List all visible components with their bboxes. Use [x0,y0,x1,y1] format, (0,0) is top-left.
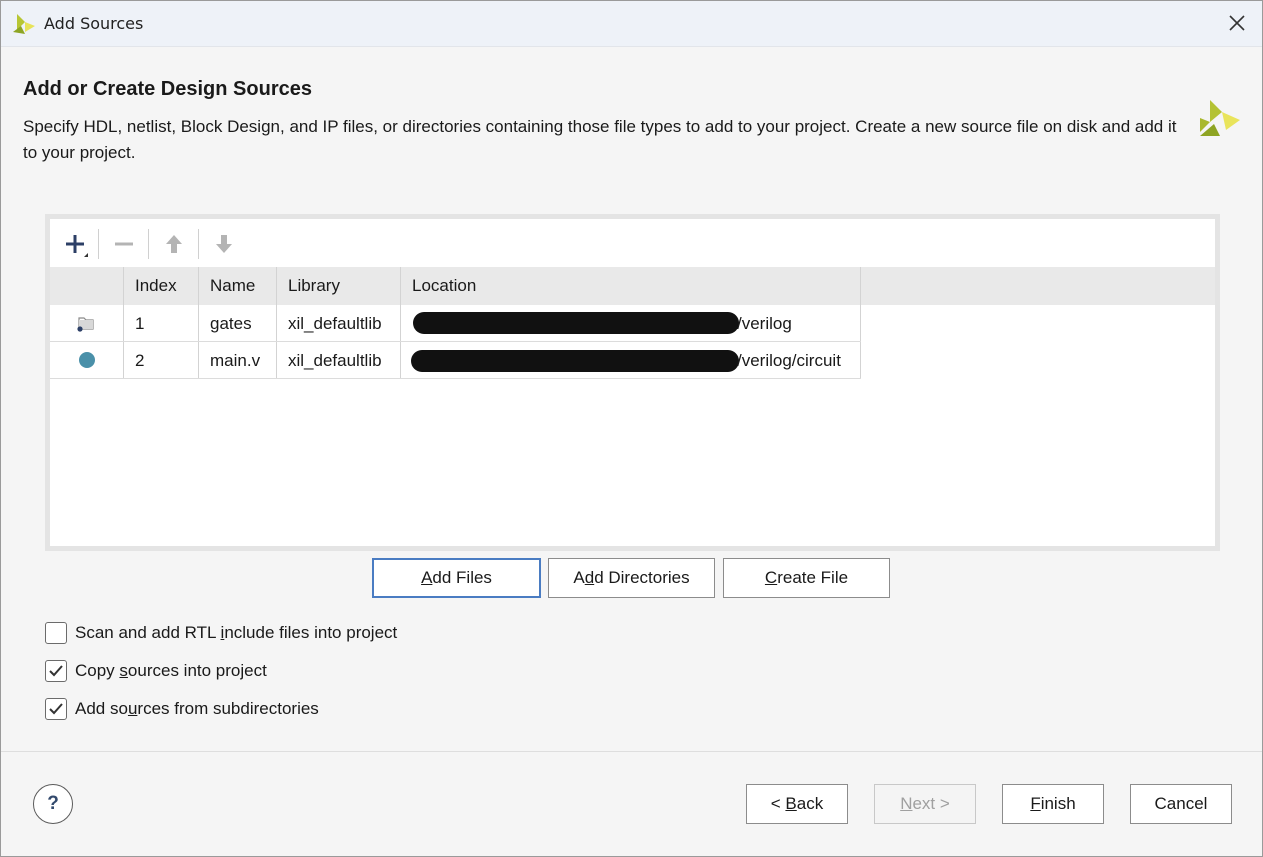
help-button[interactable]: ? [33,784,73,824]
title-bar: Add Sources [1,1,1262,47]
toolbar-separator [198,229,199,259]
add-sources-dialog: Add Sources Add or Create Design Sources… [0,0,1263,857]
scan-rtl-include-checkbox[interactable] [45,622,67,644]
redacted-path [411,350,739,372]
sources-table-panel: Index Name Library Location 1 gates xil_… [45,214,1220,551]
xilinx-logo-icon [1200,100,1240,136]
column-header-index[interactable]: Index [124,267,199,305]
scan-rtl-include-option[interactable]: Scan and add RTL include files into proj… [45,621,397,645]
page-title: Add or Create Design Sources [23,78,312,100]
toolbar-separator [98,229,99,259]
location-suffix: /verilog [737,314,792,333]
move-up-icon[interactable] [157,227,191,261]
table-header: Index Name Library Location [50,267,1215,305]
move-down-icon[interactable] [207,227,241,261]
create-file-button[interactable]: Create File [723,558,890,598]
file-dot-icon [50,342,124,378]
row-index: 1 [124,305,199,341]
row-name: main.v [199,342,277,378]
option-label: Scan and add RTL include files into proj… [75,623,398,642]
table-row[interactable]: 1 gates xil_defaultlib /verilog [50,305,861,342]
column-header-name[interactable]: Name [199,267,277,305]
page-description: Specify HDL, netlist, Block Design, and … [23,117,1177,162]
checkmark-icon [49,665,63,677]
column-header-location[interactable]: Location [401,267,861,305]
footer-divider [1,751,1262,752]
add-files-button[interactable]: Add Files [372,558,541,598]
back-button[interactable]: < Back [746,784,848,824]
remove-icon[interactable] [107,227,141,261]
column-header-icon [50,267,124,305]
column-header-library[interactable]: Library [277,267,401,305]
option-label: Add sources from subdirectories [75,699,319,718]
row-name: gates [199,305,277,341]
location-suffix: /verilog/circuit [737,351,841,370]
vivado-logo-icon [13,14,35,34]
next-button[interactable]: Next > [874,784,976,824]
toolbar-separator [148,229,149,259]
add-from-subdirectories-option[interactable]: Add sources from subdirectories [45,697,319,721]
page-header: Add or Create Design Sources Specify HDL… [1,48,1262,188]
table-row[interactable]: 2 main.v xil_defaultlib /verilog/circuit [50,342,861,379]
redacted-path [413,312,739,334]
row-location: /verilog/circuit [401,342,861,378]
folder-icon [50,305,124,341]
window-title: Add Sources [44,14,144,33]
add-from-subdirectories-checkbox[interactable] [45,698,67,720]
add-directories-button[interactable]: Add Directories [548,558,715,598]
cancel-button[interactable]: Cancel [1130,784,1232,824]
row-library: xil_defaultlib [277,305,401,341]
add-icon[interactable] [58,227,92,261]
checkmark-icon [49,703,63,715]
table-toolbar [50,219,1215,267]
finish-button[interactable]: Finish [1002,784,1104,824]
copy-sources-checkbox[interactable] [45,660,67,682]
row-location: /verilog [401,305,861,341]
row-library: xil_defaultlib [277,342,401,378]
option-label: Copy sources into project [75,661,267,680]
row-index: 2 [124,342,199,378]
close-icon[interactable] [1226,12,1248,34]
copy-sources-option[interactable]: Copy sources into project [45,659,267,683]
